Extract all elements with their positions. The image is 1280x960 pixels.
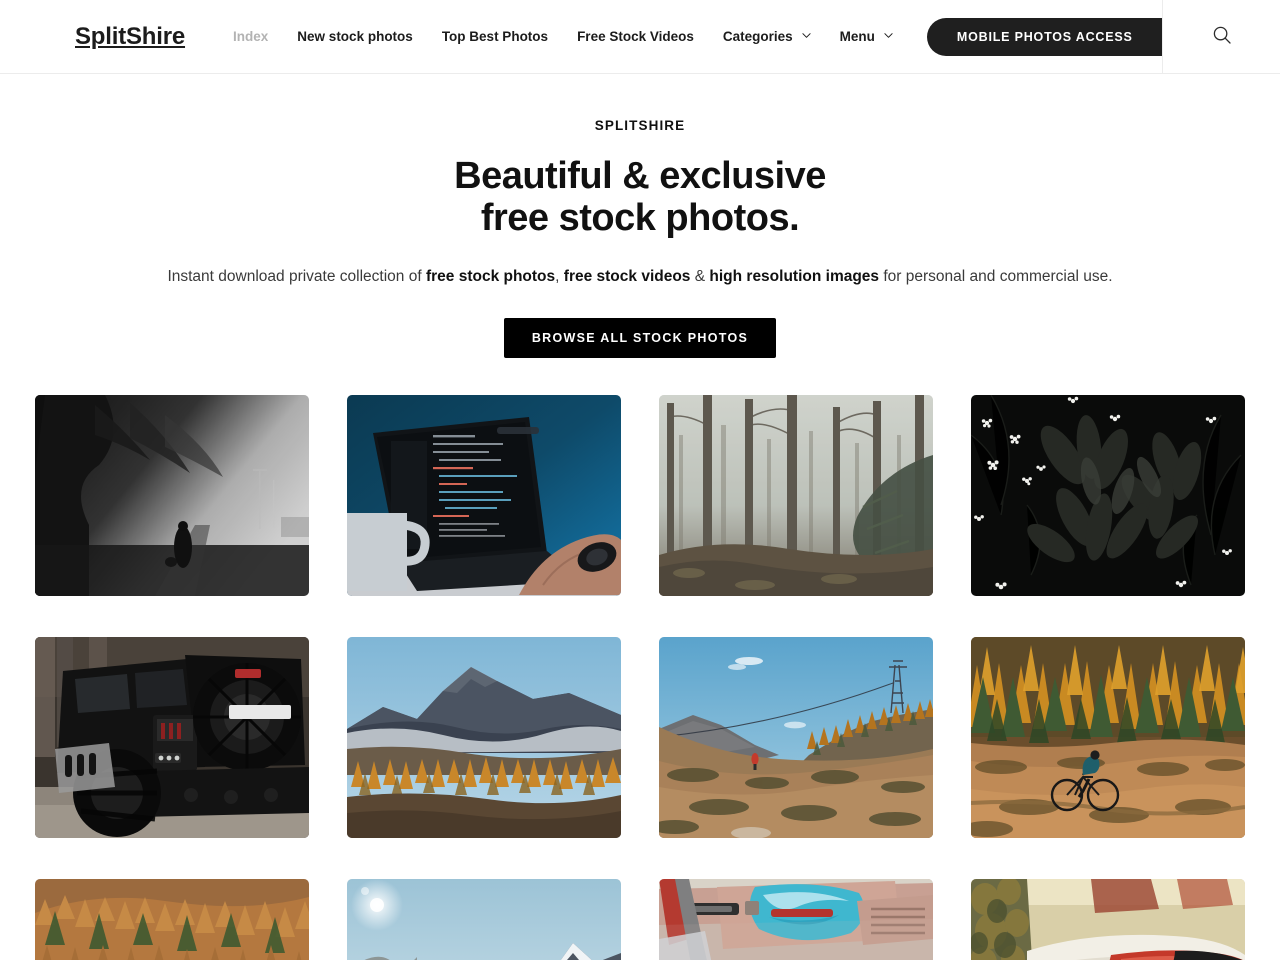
browse-all-stock-photos-button[interactable]: BROWSE ALL STOCK PHOTOS — [503, 318, 777, 359]
misty-forest-trees-image — [659, 395, 933, 597]
search-icon — [1212, 25, 1232, 50]
car-rear-taillight-image — [971, 879, 1245, 960]
nav-item-top-best-photos[interactable]: Top Best Photos — [442, 29, 548, 44]
hero-sub-text: Instant download private collection of — [167, 268, 426, 286]
nav-item-label: Free Stock Videos — [577, 29, 694, 44]
brand-logo[interactable]: SplitShire — [75, 24, 185, 49]
nav-item-label: New stock photos — [297, 29, 413, 44]
page-title: Beautiful & exclusive free stock photos. — [0, 155, 1280, 239]
hero-subtitle: Instant download private collection of f… — [0, 266, 1280, 288]
hero-sub-text: , — [555, 268, 564, 286]
hero-title-line-2: free stock photos. — [480, 197, 800, 240]
photo-card[interactable] — [35, 637, 309, 839]
photo-card[interactable] — [347, 637, 621, 839]
mountain-sun-flare-image — [347, 879, 621, 960]
dark-foliage-white-flowers-image — [971, 395, 1245, 597]
chevron-down-icon — [884, 31, 893, 40]
photo-card[interactable] — [659, 637, 933, 839]
hero-sub-highlight-videos: free stock videos — [563, 268, 691, 286]
nav-item-menu[interactable]: Menu — [840, 29, 893, 44]
nav-item-free-stock-videos[interactable]: Free Stock Videos — [577, 29, 694, 44]
mobile-photos-access-button[interactable]: MOBILE PHOTOS ACCESS — [926, 17, 1163, 56]
photo-card[interactable] — [971, 395, 1245, 597]
nav-item-label: Top Best Photos — [441, 29, 549, 44]
main-navigation: Index New stock photos Top Best Photos F… — [233, 17, 1163, 56]
photo-card[interactable] — [35, 879, 309, 960]
nav-item-new-stock-photos[interactable]: New stock photos — [297, 29, 413, 44]
photo-card[interactable] — [347, 879, 621, 960]
photo-card[interactable] — [347, 395, 621, 597]
photo-card[interactable] — [35, 395, 309, 597]
snowy-peak-autumn-larch-image — [347, 637, 621, 839]
hero-sub-highlight-photos: free stock photos — [425, 268, 556, 286]
vintage-van-interior-image — [659, 879, 933, 960]
photo-grid — [35, 395, 1245, 960]
nav-item-label: Categories — [722, 29, 793, 44]
chevron-down-icon — [802, 31, 811, 40]
site-header: SplitShire Index New stock photos Top Be… — [0, 0, 1280, 74]
photo-card[interactable] — [971, 879, 1245, 960]
laptop-code-coffee-image — [347, 395, 621, 597]
hero-section: SPLITSHIRE Beautiful & exclusive free st… — [0, 74, 1280, 359]
foggy-street-walker-bw-image — [35, 395, 309, 597]
photo-card[interactable] — [659, 879, 933, 960]
hero-eyebrow: SPLITSHIRE — [594, 118, 686, 133]
photo-card[interactable] — [971, 637, 1245, 839]
hero-title-line-1: Beautiful & exclusive — [454, 155, 826, 197]
cyclist-autumn-forest-image — [971, 637, 1245, 839]
black-jeep-offroad-image — [35, 637, 309, 839]
hero-sub-text: for personal and commercial use. — [879, 268, 1113, 286]
autumn-forest-ridge-image — [35, 879, 309, 960]
nav-item-categories[interactable]: Categories — [723, 29, 811, 44]
nav-item-index[interactable]: Index — [233, 29, 268, 44]
hillside-power-line-image — [659, 637, 933, 839]
search-button[interactable] — [1162, 0, 1280, 74]
nav-item-label: Menu — [839, 29, 875, 44]
photo-card[interactable] — [659, 395, 933, 597]
hero-sub-highlight-images: high resolution images — [709, 268, 880, 286]
hero-sub-text: & — [690, 268, 710, 286]
nav-item-label: Index — [233, 29, 269, 44]
